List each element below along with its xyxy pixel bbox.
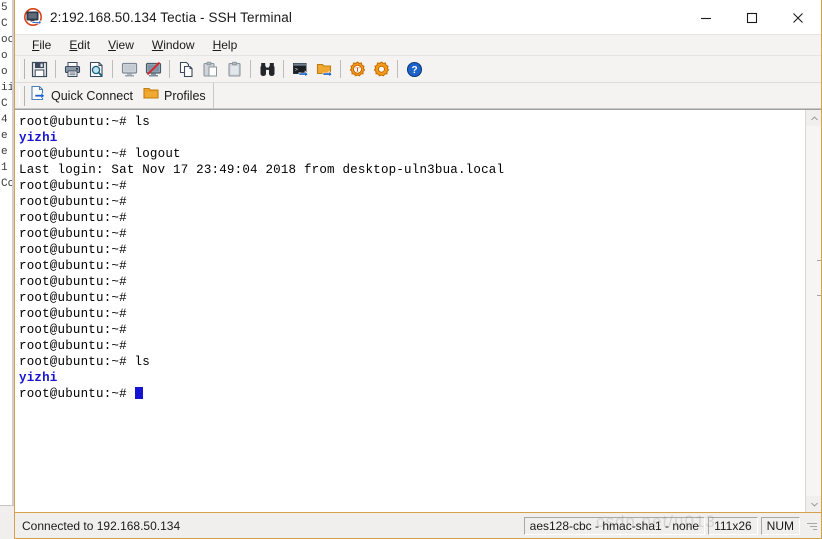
terminal-line: root@ubuntu:~# ls <box>19 355 150 369</box>
terminal-line: root@ubuntu:~# <box>19 211 127 225</box>
profiles-label: Profiles <box>163 88 206 103</box>
terminal-line: root@ubuntu:~# <box>19 386 805 402</box>
quick-connect-bar: Quick Connect Profiles <box>15 82 821 109</box>
scrollbar-track[interactable] <box>806 126 821 496</box>
terminal-directory-entry: yizhi <box>19 371 58 385</box>
svg-text:>_: >_ <box>295 66 302 72</box>
toolbar-separator <box>112 60 113 78</box>
print-button[interactable] <box>60 58 84 81</box>
window-title: 2:192.168.50.134 Tectia - SSH Terminal <box>50 9 292 25</box>
menu-item-edit[interactable]: Edit <box>60 37 99 53</box>
menu-item-help[interactable]: Help <box>204 37 247 53</box>
resize-grip[interactable] <box>803 518 819 534</box>
scrollbar-tick <box>817 260 821 261</box>
paste-button[interactable] <box>198 58 222 81</box>
disconnect-button[interactable] <box>141 58 165 81</box>
ssh-terminal-window: 2:192.168.50.134 Tectia - SSH Terminal F… <box>14 0 822 513</box>
title-bar[interactable]: 2:192.168.50.134 Tectia - SSH Terminal <box>15 0 821 35</box>
folder-icon <box>143 85 159 106</box>
window-controls <box>683 0 821 35</box>
main-toolbar: >_ T ? <box>15 56 821 83</box>
terminal-line: root@ubuntu:~# <box>19 259 127 273</box>
terminal-line: root@ubuntu:~# logout <box>19 147 181 161</box>
toolbar-separator <box>397 60 398 78</box>
settings-button[interactable] <box>369 58 393 81</box>
num-lock-status: NUM <box>760 516 800 535</box>
terminal-line: root@ubuntu:~# <box>19 291 127 305</box>
cipher-status: aes128-cbc - hmac-sha1 - none <box>523 516 706 535</box>
terminal-line: root@ubuntu:~# <box>19 307 127 321</box>
new-terminal-button[interactable]: >_ <box>288 58 312 81</box>
menu-item-window[interactable]: Window <box>143 37 204 53</box>
connect-document-icon <box>30 85 46 106</box>
terminal-scrollbar[interactable] <box>805 110 821 512</box>
new-file-transfer-button[interactable] <box>312 58 336 81</box>
maximize-button[interactable] <box>729 1 775 35</box>
toolbar-separator <box>169 60 170 78</box>
terminal-line: root@ubuntu:~# <box>19 275 127 289</box>
terminal-line: Last login: Sat Nov 17 23:49:04 2018 fro… <box>19 163 505 177</box>
svg-text:T: T <box>355 66 360 73</box>
terminal-line: root@ubuntu:~# <box>19 339 127 353</box>
connect-button[interactable] <box>117 58 141 81</box>
terminal-line: root@ubuntu:~# <box>19 243 127 257</box>
toolbar-separator <box>283 60 284 78</box>
quick-connect-button[interactable]: Quick Connect <box>27 85 140 107</box>
find-button[interactable] <box>255 58 279 81</box>
toolbar-grip[interactable] <box>19 59 25 79</box>
terminal-directory-entry: yizhi <box>19 131 58 145</box>
terminal-output[interactable]: root@ubuntu:~# ls yizhi root@ubuntu:~# log… <box>15 110 805 512</box>
scrollbar-tick <box>817 295 821 296</box>
terminal-size-status: 111x26 <box>708 516 758 535</box>
profiles-button[interactable]: Profiles <box>140 85 213 107</box>
quickbar-grip[interactable] <box>19 85 25 106</box>
help-button[interactable]: ? <box>402 58 426 81</box>
print-preview-button[interactable] <box>84 58 108 81</box>
terminal-line: yizhi <box>19 130 805 146</box>
terminal-line: root@ubuntu:~# <box>19 227 127 241</box>
scrollbar-down-arrow[interactable] <box>806 496 821 512</box>
terminal-area: root@ubuntu:~# ls yizhi root@ubuntu:~# log… <box>15 109 821 512</box>
toolbar-separator <box>250 60 251 78</box>
svg-text:?: ? <box>411 65 417 76</box>
menu-item-view[interactable]: View <box>99 37 143 53</box>
terminal-line: root@ubuntu:~# <box>19 323 127 337</box>
menu-item-file[interactable]: File <box>23 37 60 53</box>
terminal-cursor <box>134 387 143 399</box>
status-bar: Connected to 192.168.50.134 aes128-cbc -… <box>14 513 822 539</box>
menu-bar: File Edit View Window Help <box>15 35 821 56</box>
minimize-button[interactable] <box>683 1 729 35</box>
toolbar-separator <box>340 60 341 78</box>
tectia-settings-button[interactable]: T <box>345 58 369 81</box>
close-button[interactable] <box>775 1 821 35</box>
copy-button[interactable] <box>174 58 198 81</box>
quick-connect-label: Quick Connect <box>51 88 133 103</box>
terminal-line: root@ubuntu:~# <box>19 179 127 193</box>
clipboard-button[interactable] <box>222 58 246 81</box>
terminal-line: root@ubuntu:~# <box>19 195 127 209</box>
scrollbar-up-arrow[interactable] <box>806 110 821 126</box>
connection-status: Connected to 192.168.50.134 <box>22 518 181 533</box>
ssh-terminal-icon <box>24 8 42 27</box>
quickbar-spacer <box>214 85 821 107</box>
terminal-line: yizhi <box>19 370 805 386</box>
toolbar-separator <box>55 60 56 78</box>
save-button[interactable] <box>27 58 51 81</box>
terminal-line: root@ubuntu:~# ls <box>19 115 150 129</box>
